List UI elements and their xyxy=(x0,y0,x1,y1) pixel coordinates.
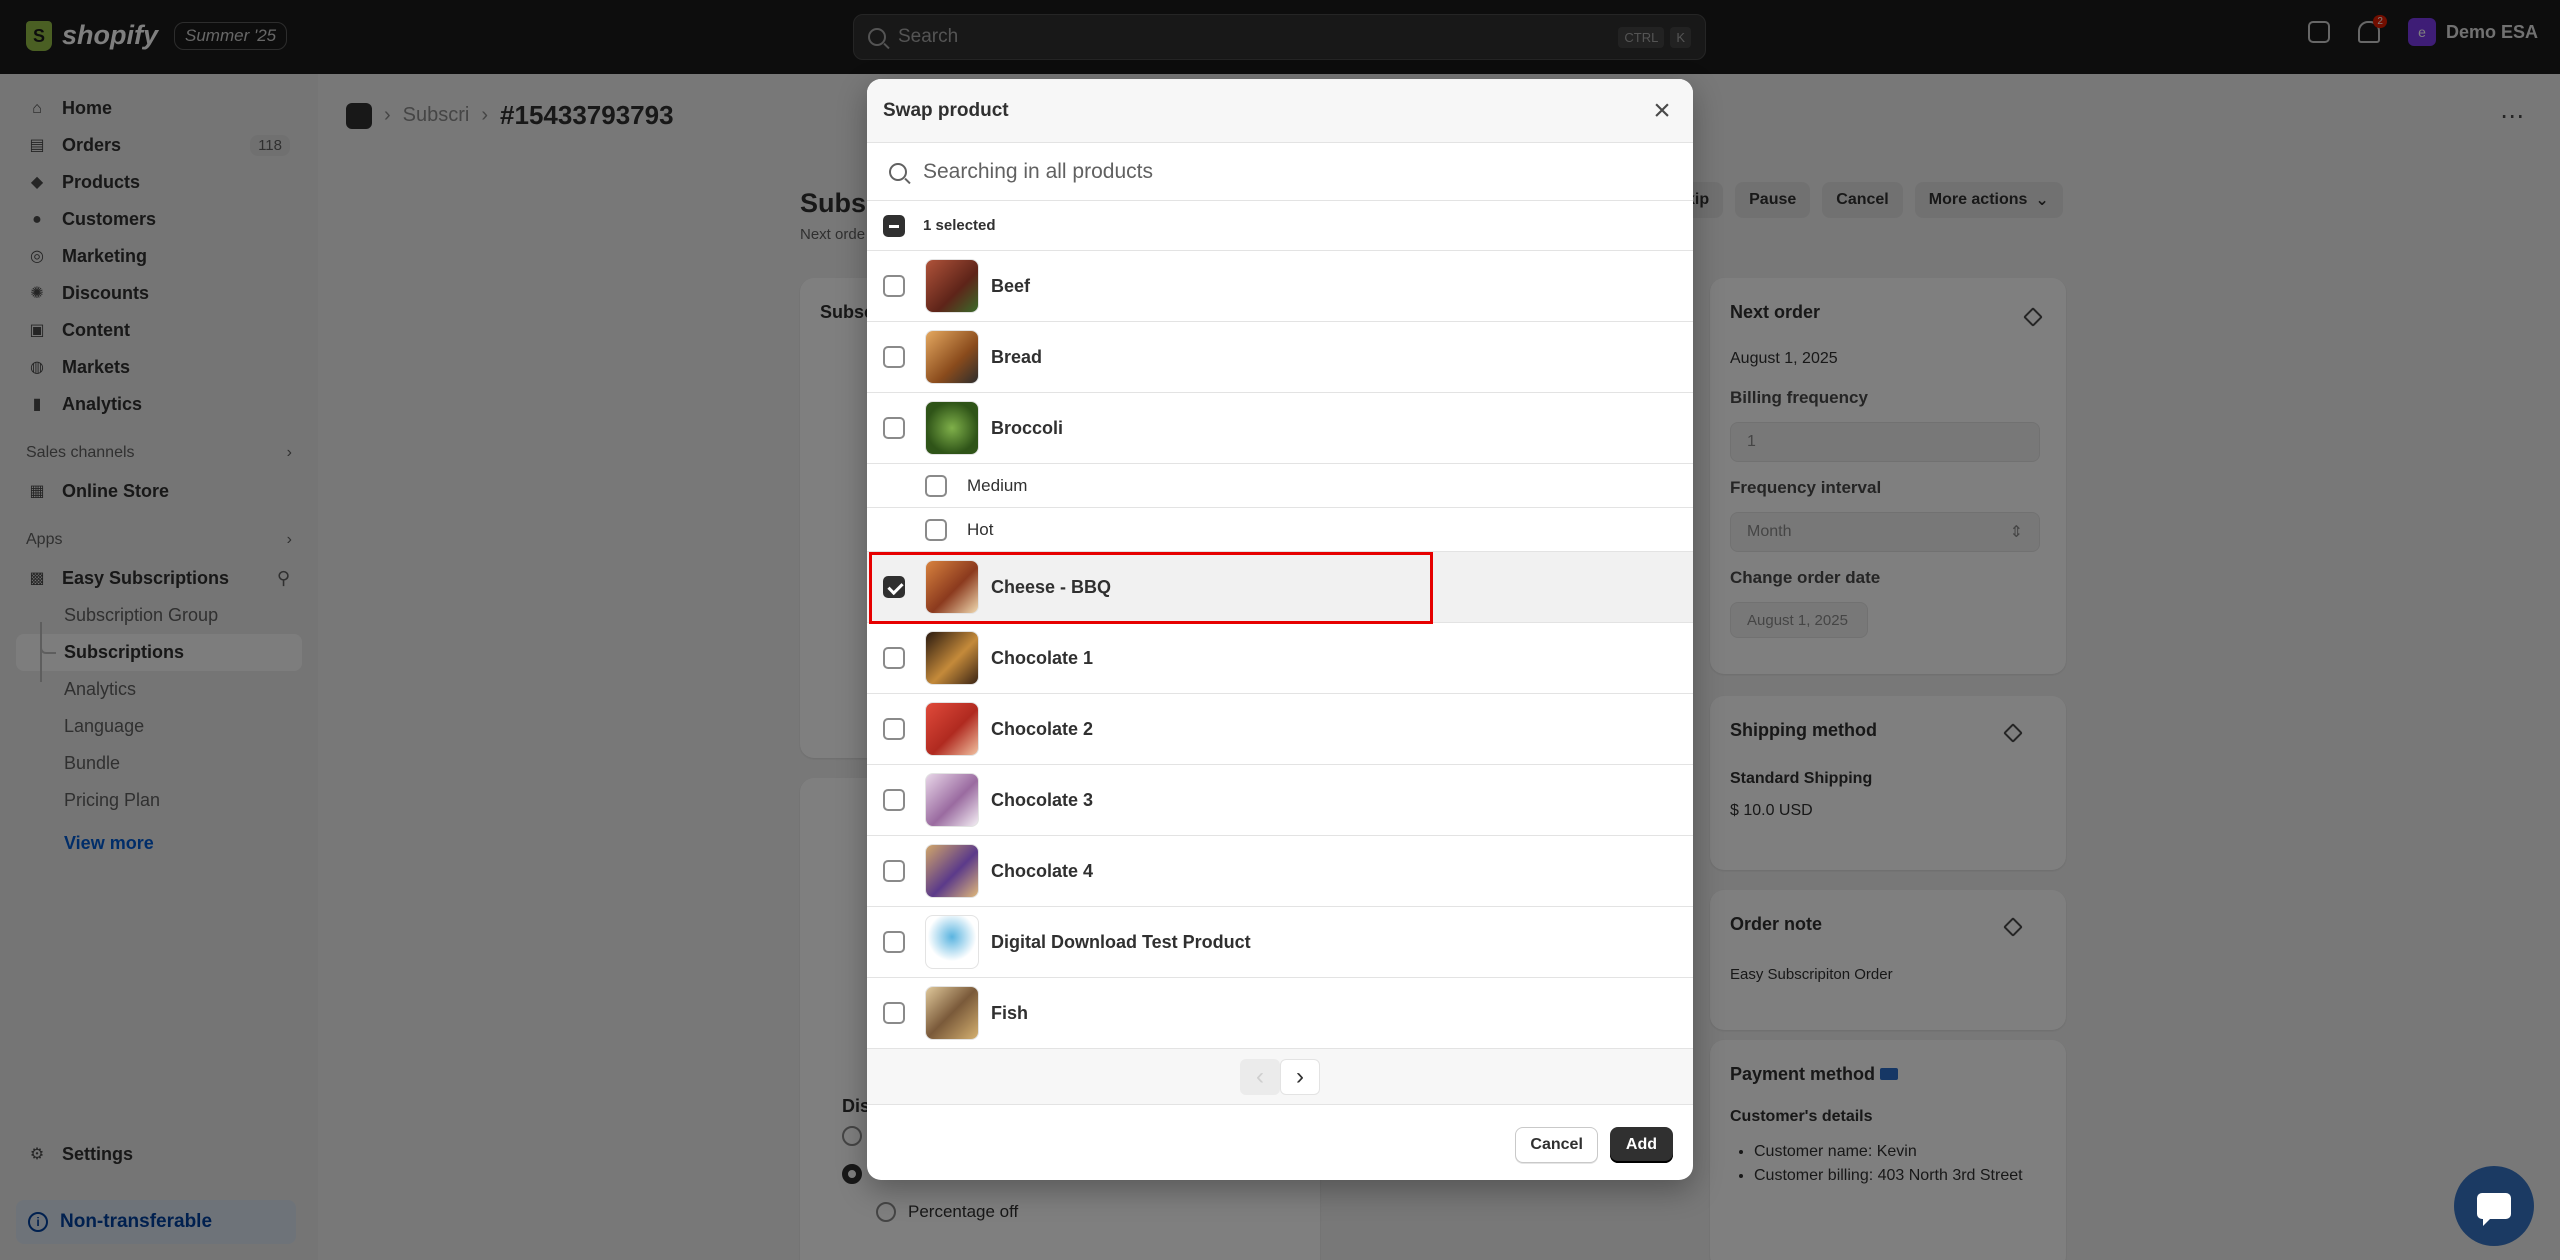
product-thumbnail xyxy=(925,773,979,827)
product-row[interactable]: Bread xyxy=(867,322,1693,393)
variant-checkbox[interactable] xyxy=(925,518,947,541)
close-icon[interactable]: × xyxy=(1647,95,1677,126)
product-thumbnail xyxy=(925,915,979,969)
add-button[interactable]: Add xyxy=(1609,1127,1673,1163)
product-name: Beef xyxy=(991,275,1031,296)
product-checkbox[interactable] xyxy=(883,346,905,368)
product-thumbnail xyxy=(925,401,979,455)
product-checkbox[interactable] xyxy=(883,417,905,439)
product-checkbox[interactable] xyxy=(883,718,905,740)
product-thumbnail xyxy=(925,844,979,898)
chat-widget-button[interactable] xyxy=(2454,1166,2534,1246)
product-name: Chocolate 3 xyxy=(991,789,1094,810)
product-name: Fish xyxy=(991,1002,1029,1023)
product-name: Chocolate 1 xyxy=(991,647,1094,668)
chat-icon xyxy=(2477,1193,2511,1226)
select-all-bar: 1 selected xyxy=(867,201,1693,251)
select-all-checkbox[interactable] xyxy=(883,214,905,237)
product-checkbox[interactable] xyxy=(883,576,905,598)
next-page-button[interactable]: › xyxy=(1280,1058,1320,1095)
product-thumbnail xyxy=(925,259,979,313)
product-row[interactable]: Chocolate 2 xyxy=(867,694,1693,765)
product-row[interactable]: Digital Download Test Product xyxy=(867,907,1693,978)
product-checkbox[interactable] xyxy=(883,931,905,953)
variant-name: Hot xyxy=(967,519,994,539)
variant-row[interactable]: Hot xyxy=(867,508,1693,552)
product-thumbnail xyxy=(925,560,979,614)
variant-name: Medium xyxy=(967,475,1028,495)
cancel-button[interactable]: Cancel xyxy=(1515,1127,1598,1163)
product-thumbnail xyxy=(925,702,979,756)
search-icon xyxy=(889,162,907,181)
product-row[interactable]: Fish xyxy=(867,978,1693,1049)
variant-checkbox[interactable] xyxy=(925,474,947,497)
product-thumbnail xyxy=(925,330,979,384)
product-name: Chocolate 4 xyxy=(991,860,1094,881)
product-name: Cheese - BBQ xyxy=(991,576,1112,597)
product-name: Chocolate 2 xyxy=(991,718,1094,739)
product-row[interactable]: Chocolate 1 xyxy=(867,623,1693,694)
product-thumbnail xyxy=(925,986,979,1040)
variant-row[interactable]: Medium xyxy=(867,464,1693,508)
product-checkbox[interactable] xyxy=(883,789,905,811)
product-checkbox[interactable] xyxy=(883,860,905,882)
product-row[interactable]: Broccoli xyxy=(867,393,1693,464)
previous-page-button[interactable]: ‹ xyxy=(1240,1058,1280,1095)
product-checkbox[interactable] xyxy=(883,275,905,297)
modal-title: Swap product xyxy=(883,99,1009,121)
product-name: Bread xyxy=(991,346,1043,367)
pagination: ‹ › xyxy=(867,1049,1693,1105)
product-row-selected[interactable]: Cheese - BBQ xyxy=(867,552,1693,624)
modal-header: Swap product × xyxy=(867,79,1693,143)
product-search-input[interactable]: Searching in all products xyxy=(867,143,1693,201)
selected-count: 1 selected xyxy=(923,217,996,234)
modal-footer: Cancel Add xyxy=(867,1105,1693,1180)
swap-product-modal: Swap product × Searching in all products… xyxy=(867,79,1693,1180)
product-name: Digital Download Test Product xyxy=(991,931,1251,952)
product-checkbox[interactable] xyxy=(883,1002,905,1024)
product-row[interactable]: Chocolate 4 xyxy=(867,836,1693,907)
product-row[interactable]: Beef xyxy=(867,251,1693,322)
product-name: Broccoli xyxy=(991,417,1064,438)
product-row[interactable]: Chocolate 3 xyxy=(867,765,1693,836)
search-placeholder: Searching in all products xyxy=(923,159,1153,183)
product-thumbnail xyxy=(925,631,979,685)
product-checkbox[interactable] xyxy=(883,647,905,669)
